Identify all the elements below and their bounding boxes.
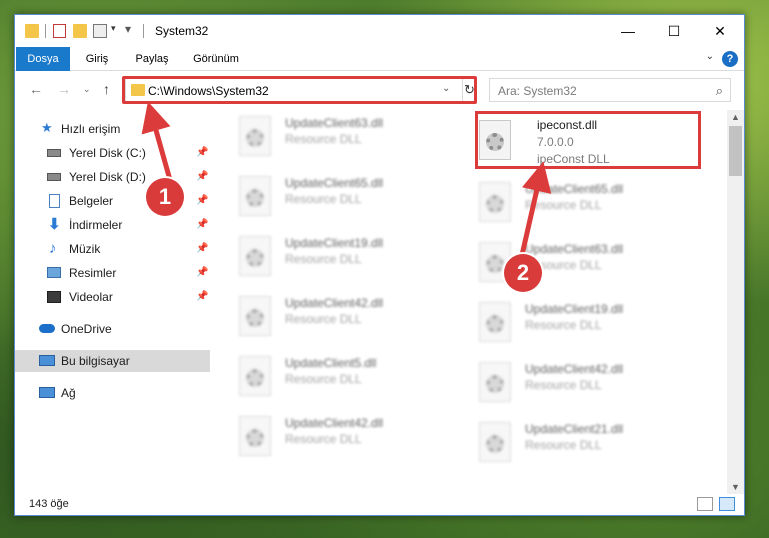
arrow-step-1: [141, 101, 173, 181]
step-badge-2: 2: [504, 254, 542, 292]
annotation-arrows: [141, 101, 552, 256]
step-badge-1: 1: [146, 178, 184, 216]
arrow-step-2: [519, 161, 552, 256]
